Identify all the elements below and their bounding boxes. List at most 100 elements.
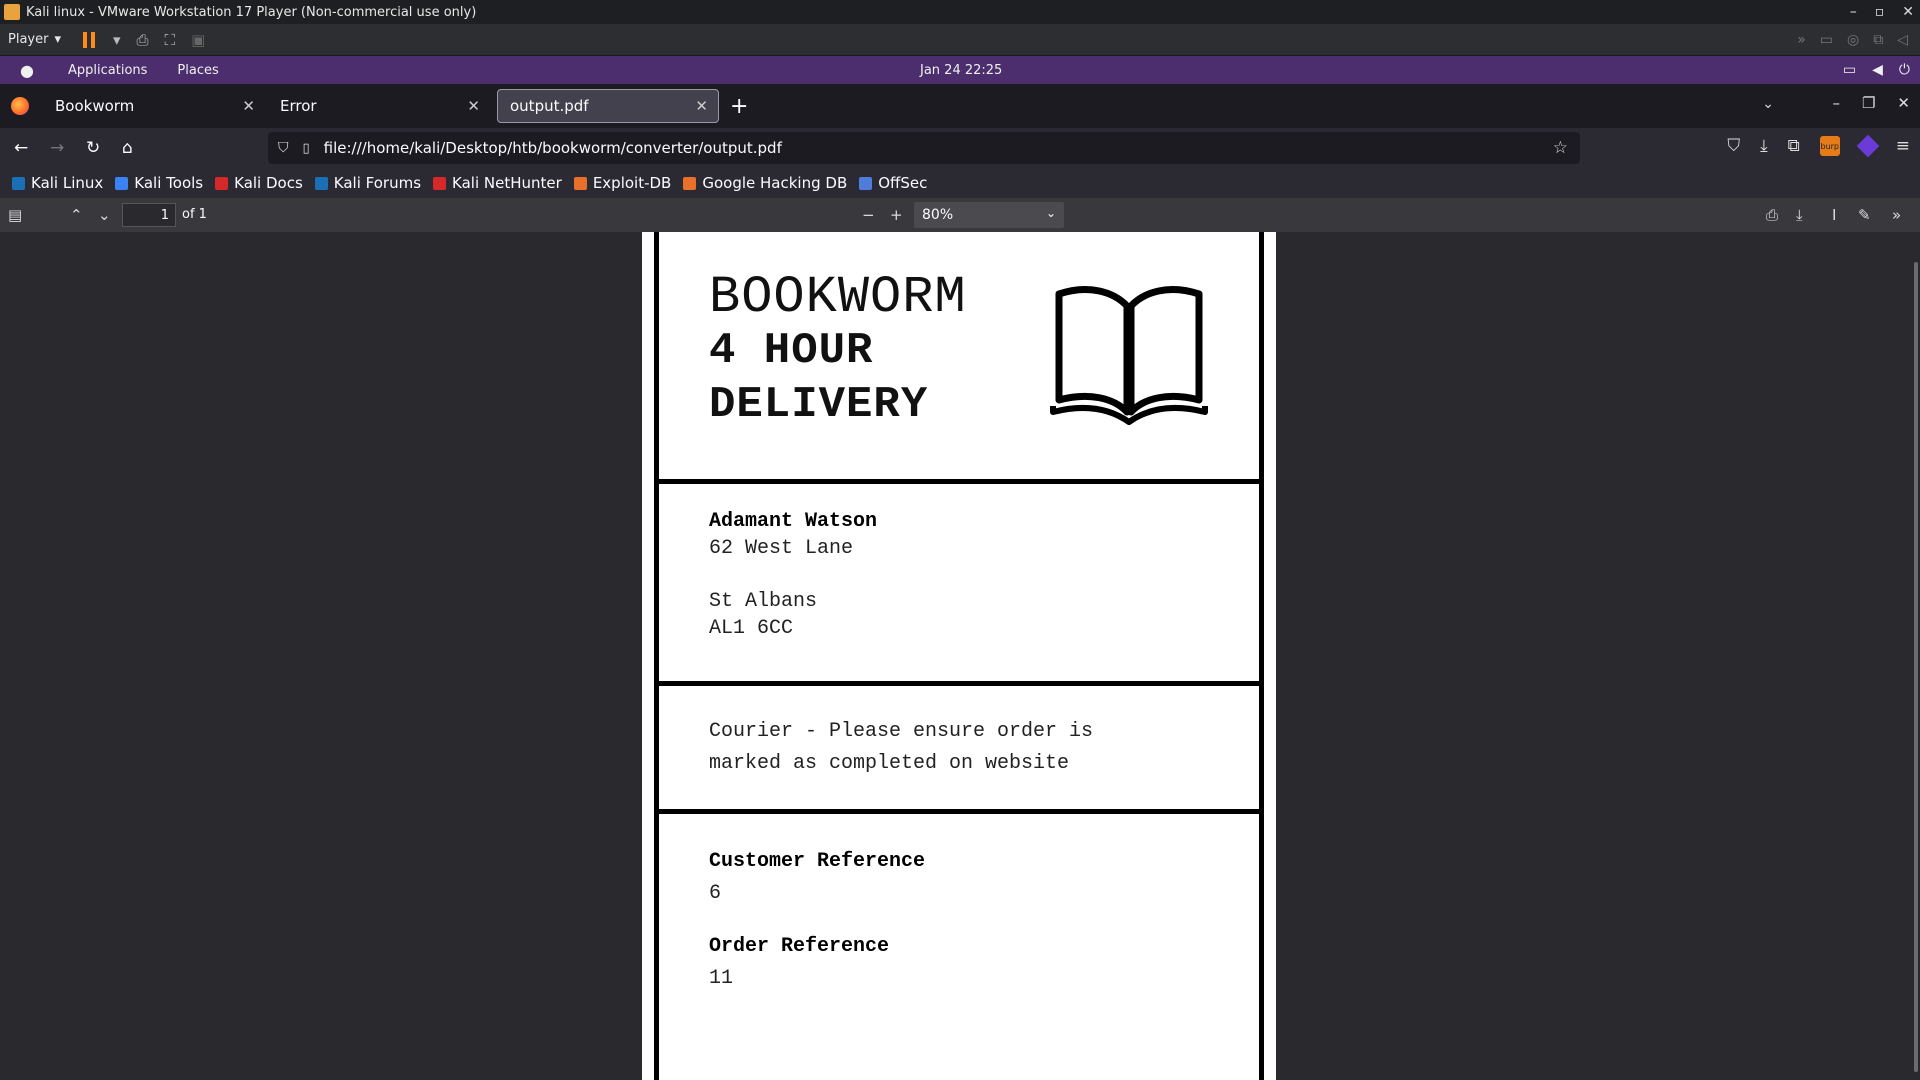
open-book-icon — [1050, 286, 1208, 425]
bookmark-kali-forums[interactable]: Kali Forums — [314, 174, 421, 192]
pocket-icon[interactable]: ⛉ — [1727, 136, 1740, 156]
network-icon[interactable]: » — [1797, 32, 1806, 48]
restore-icon[interactable]: ❐ — [1862, 94, 1875, 112]
sidebar-toggle-icon[interactable]: ▤ — [8, 206, 22, 224]
address-section: Adamant Watson 62 West Lane St Albans AL… — [654, 484, 1264, 686]
applications-menu[interactable]: Applications — [68, 63, 147, 78]
tools-menu-icon[interactable]: » — [1892, 206, 1901, 224]
url-bar[interactable]: ⛉ ▯ file:///home/kali/Desktop/htb/bookwo… — [268, 132, 1580, 164]
bookmark-exploit-db[interactable]: Exploit-DB — [573, 174, 672, 192]
navigation-bar: ← → ↻ ⌂ ⛉ ▯ file:///home/kali/Desktop/ht… — [0, 128, 1920, 168]
pdf-viewer-area: BOOKWORM 4 HOUR DELIVERY Adamant Watson … — [0, 232, 1920, 1080]
power-icon[interactable]: ⏻ — [1899, 62, 1910, 78]
pause-dropdown-icon[interactable]: ▾ — [113, 31, 121, 49]
courier-note-line-2: marked as completed on website — [709, 752, 1070, 775]
window-controls: – ▫ ✕ — [1850, 0, 1914, 24]
unity-icon[interactable]: ▣ — [191, 31, 205, 49]
download-icon[interactable]: ⤓ — [1760, 136, 1768, 156]
fullscreen-icon[interactable]: ⛶ — [165, 31, 176, 49]
previous-page-icon[interactable]: ⌃ — [70, 206, 83, 224]
burp-extension-icon[interactable]: burp — [1819, 136, 1840, 156]
close-icon[interactable]: ✕ — [695, 97, 708, 115]
page-count: of 1 — [182, 207, 207, 222]
tab-output-pdf[interactable]: output.pdf ✕ — [497, 89, 719, 123]
close-icon[interactable]: ✕ — [242, 97, 255, 115]
bookmark-star-icon[interactable]: ☆ — [1553, 138, 1568, 158]
vmware-app-icon — [4, 4, 20, 20]
minimize-icon[interactable]: – — [1850, 4, 1857, 20]
usb-icon[interactable]: ⧉ — [1873, 32, 1883, 48]
extensions-icon[interactable]: ⧉ — [1788, 136, 1800, 156]
bookmark-offsec[interactable]: OffSec — [859, 174, 927, 192]
nav-toolbar-icons: ⛉ ⤓ ⧉ burp ≡ — [1727, 134, 1910, 158]
player-menu-label: Player — [8, 32, 49, 47]
maximize-icon[interactable]: ▫ — [1875, 4, 1885, 20]
save-icon[interactable]: ⤓ — [1796, 206, 1803, 224]
sound-icon[interactable]: ◁ — [1897, 32, 1908, 48]
zoom-in-icon[interactable]: + — [890, 206, 903, 224]
pause-icon[interactable] — [83, 31, 97, 48]
close-icon[interactable]: ✕ — [1902, 4, 1914, 20]
order-reference-label: Order Reference — [709, 935, 890, 958]
zoom-select[interactable]: 80% ⌄ — [914, 202, 1064, 228]
text-tool-icon[interactable]: I — [1832, 206, 1836, 224]
customer-reference-value: 6 — [709, 882, 722, 905]
bookmark-label: Kali Tools — [134, 174, 204, 192]
forward-icon[interactable]: → — [50, 138, 64, 158]
vertical-scrollbar[interactable] — [1914, 262, 1918, 1072]
system-tray: ▭ ◀ ⏻ — [1843, 56, 1910, 84]
send-ctrl-alt-del-icon[interactable]: ⎙ — [137, 31, 149, 49]
draw-tool-icon[interactable]: ✎ — [1858, 206, 1871, 224]
clock[interactable]: Jan 24 22:25 — [920, 56, 1002, 84]
zoom-value: 80% — [922, 207, 954, 223]
url-text[interactable]: file:///home/kali/Desktop/htb/bookworm/c… — [324, 139, 782, 157]
new-tab-icon[interactable]: + — [730, 94, 748, 119]
browser-tab-strip: Bookworm ✕ Error ✕ output.pdf ✕ + ⌄ – ❐ … — [0, 84, 1920, 128]
bookmark-label: Kali NetHunter — [452, 174, 562, 192]
firefox-icon — [11, 97, 29, 115]
next-page-icon[interactable]: ⌄ — [98, 206, 111, 224]
chevron-down-icon: ▾ — [54, 32, 61, 47]
close-icon[interactable]: ✕ — [1897, 94, 1910, 112]
customer-reference-label: Customer Reference — [709, 850, 926, 873]
zoom-out-icon[interactable]: − — [862, 206, 875, 224]
volume-icon[interactable]: ◀ — [1872, 62, 1883, 78]
bookmark-label: Kali Linux — [31, 174, 104, 192]
list-all-tabs-icon[interactable]: ⌄ — [1762, 96, 1774, 112]
shield-icon[interactable]: ⛉ — [278, 140, 289, 156]
page-number-input[interactable] — [122, 203, 176, 227]
bookmark-kali-linux[interactable]: Kali Linux — [12, 174, 103, 192]
player-menu-button[interactable]: Player ▾ — [8, 32, 61, 47]
courier-note-section: Courier - Please ensure order is marked … — [654, 686, 1264, 814]
tab-label: Error — [280, 97, 317, 115]
bookmark-kali-tools[interactable]: Kali Tools — [115, 174, 203, 192]
print-icon[interactable]: ⎙ — [1766, 206, 1778, 224]
page-icon: ▯ — [302, 140, 310, 156]
tab-error[interactable]: Error ✕ — [268, 89, 490, 123]
close-icon[interactable]: ✕ — [467, 97, 480, 115]
kali-forums-icon — [314, 176, 328, 190]
harddisk-icon[interactable]: ▭ — [1820, 32, 1833, 48]
ghdb-icon — [683, 176, 697, 190]
home-icon[interactable]: ⌂ — [122, 138, 133, 158]
places-menu[interactable]: Places — [177, 63, 218, 78]
menu-icon[interactable]: ≡ — [1896, 136, 1910, 156]
cdrom-icon[interactable]: ◎ — [1847, 32, 1859, 48]
bookmark-google-hacking-db[interactable]: Google Hacking DB — [683, 174, 847, 192]
display-icon[interactable]: ▭ — [1843, 62, 1856, 78]
reload-icon[interactable]: ↻ — [86, 138, 100, 158]
bookmark-label: Exploit-DB — [592, 174, 672, 192]
pdf-toolbar: ▤ ⌃ ⌄ of 1 − + 80% ⌄ ⎙ ⤓ I ✎ » — [0, 198, 1920, 233]
bookmark-kali-nethunter[interactable]: Kali NetHunter — [433, 174, 562, 192]
headline-line-1: 4 HOUR — [709, 326, 874, 376]
bookmark-kali-docs[interactable]: Kali Docs — [215, 174, 303, 192]
back-icon[interactable]: ← — [14, 138, 28, 158]
tab-label: Bookworm — [55, 97, 135, 115]
address-line-1: 62 West Lane — [709, 537, 854, 560]
window-title: Kali linux - VMware Workstation 17 Playe… — [26, 4, 477, 20]
foxyproxy-icon[interactable] — [1856, 134, 1880, 158]
tab-bookworm[interactable]: Bookworm ✕ — [43, 89, 265, 123]
bookmark-label: Kali Docs — [234, 174, 303, 192]
minimize-icon[interactable]: – — [1832, 94, 1840, 112]
kali-menu-icon[interactable]: ● — [20, 61, 38, 80]
